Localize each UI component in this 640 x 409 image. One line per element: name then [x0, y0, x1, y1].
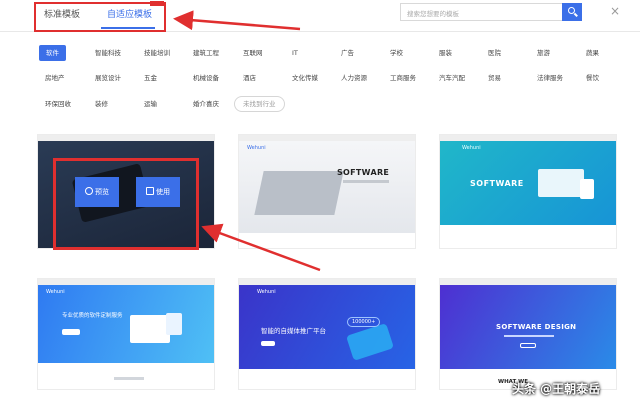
industry-not-found-button[interactable]: 未找到行业 [234, 96, 285, 112]
feature-icons [259, 239, 399, 245]
search-input[interactable]: 搜索您想要的模板 [400, 3, 562, 21]
category-item[interactable]: 机械设备 [193, 70, 219, 86]
template-card[interactable]: Wehuni SOFTWARE [238, 134, 416, 249]
tablet-illustration [346, 323, 394, 361]
template-headline: 智能的自媒体推广平台 [261, 327, 326, 335]
watermark: 头条 @王朝泰岳 [512, 382, 601, 396]
template-brand: Wehuni [257, 289, 276, 295]
annotation-red-tag [150, 1, 164, 6]
template-thumbnail: Wehuni 智能的自媒体推广平台 100000+ [239, 285, 415, 369]
footer-bar [114, 377, 144, 380]
category-row-3: 环保回收 装修 运输 婚介喜庆 未找到行业 [0, 96, 640, 112]
template-card[interactable]: Wehuni 智能的自媒体推广平台 100000+ [238, 278, 416, 390]
template-brand: Wehuni [46, 289, 65, 295]
category-item[interactable]: 五金 [144, 70, 157, 86]
category-item[interactable]: 蔬果 [586, 45, 599, 61]
template-headline: 专业优质的软件定制服务 [62, 313, 123, 319]
template-title: SOFTWARE [337, 168, 390, 177]
category-item[interactable]: 学校 [390, 45, 403, 61]
cta-button-illustration [62, 329, 80, 335]
template-card[interactable]: SOFTWARE DESIGN WHAT WE [439, 278, 617, 390]
category-item[interactable]: 智能科技 [95, 45, 121, 61]
feature-icon [540, 248, 546, 249]
category-item[interactable]: 贸易 [488, 70, 501, 86]
search-button[interactable] [562, 3, 582, 21]
category-item[interactable]: 医院 [488, 45, 501, 61]
category-item[interactable]: 人力资源 [341, 70, 367, 86]
category-item[interactable]: 建筑工程 [193, 45, 219, 61]
category-item[interactable]: 环保回收 [45, 96, 71, 112]
subtitle-bar [504, 335, 554, 337]
template-thumbnail: Wehuni 专业优质的软件定制服务 [38, 285, 214, 363]
template-brand: Wehuni [462, 145, 481, 151]
feature-icons [476, 239, 596, 245]
category-item[interactable]: 工商服务 [390, 70, 416, 86]
template-title: SOFTWARE DESIGN [496, 323, 577, 331]
cta-button-illustration [261, 341, 275, 346]
phone-illustration [166, 313, 182, 335]
category-item[interactable]: 婚介喜庆 [193, 96, 219, 112]
subtitle-bar [343, 180, 389, 183]
template-thumbnail: SOFTWARE DESIGN [440, 285, 616, 369]
category-row-1: 软件 智能科技 技能培训 建筑工程 互联网 IT 广告 学校 服装 医院 旅游 … [0, 45, 640, 61]
category-software[interactable]: 软件 [39, 45, 66, 61]
search-icon-handle [574, 12, 578, 17]
category-item[interactable]: IT [292, 45, 298, 61]
cta-button-illustration [520, 343, 536, 348]
feature-icon [331, 248, 337, 249]
device-illustration [538, 169, 584, 197]
category-item[interactable]: 技能培训 [144, 45, 170, 61]
category-item[interactable]: 汽车汽配 [439, 70, 465, 86]
template-thumbnail: Wehuni SOFTWARE [239, 141, 415, 233]
screen-illustration [130, 315, 170, 343]
category-item[interactable]: 装修 [95, 96, 108, 112]
phone-illustration [580, 179, 594, 199]
annotation-tab-highlight [34, 2, 166, 32]
laptop-illustration [254, 171, 344, 215]
feature-icon [259, 248, 265, 249]
stat-badge: 100000+ [347, 317, 381, 327]
close-icon[interactable]: × [608, 4, 622, 18]
category-item[interactable]: 服装 [439, 45, 452, 61]
feature-icon [476, 248, 482, 249]
category-item[interactable]: 运输 [144, 96, 157, 112]
category-item[interactable]: 餐饮 [586, 70, 599, 86]
category-item[interactable]: 旅游 [537, 45, 550, 61]
category-item[interactable]: 文化传媒 [292, 70, 318, 86]
template-thumbnail: Wehuni SOFTWARE [440, 141, 616, 225]
category-row-2: 房地产 展览设计 五金 机械设备 酒店 文化传媒 人力资源 工商服务 汽车汽配 … [0, 70, 640, 86]
category-item[interactable]: 互联网 [243, 45, 263, 61]
annotation-card-highlight [53, 158, 199, 250]
category-item[interactable]: 法律服务 [537, 70, 563, 86]
template-brand: Wehuni [247, 145, 266, 151]
feature-icon [295, 248, 301, 249]
template-card[interactable]: Wehuni 专业优质的软件定制服务 [37, 278, 215, 390]
category-item[interactable]: 房地产 [45, 70, 65, 86]
category-item[interactable]: 展览设计 [95, 70, 121, 86]
feature-icon [508, 248, 514, 249]
category-item[interactable]: 广告 [341, 45, 354, 61]
template-title: SOFTWARE [470, 179, 524, 188]
category-item[interactable]: 酒店 [243, 70, 256, 86]
template-card[interactable]: Wehuni SOFTWARE [439, 134, 617, 249]
